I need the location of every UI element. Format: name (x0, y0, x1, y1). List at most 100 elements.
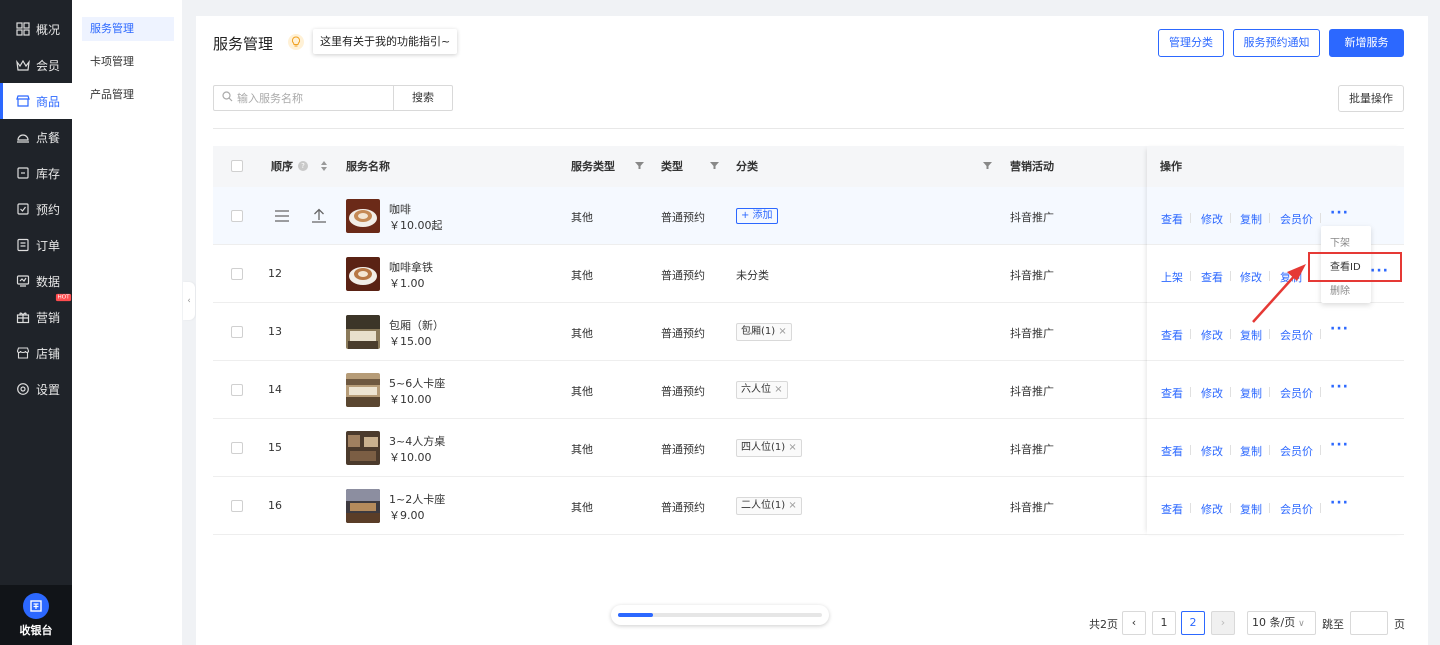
view-link[interactable]: 查看 (1161, 385, 1183, 401)
service-price: ￥1.00 (389, 277, 425, 290)
nav-item-overview[interactable]: 概况 (0, 11, 72, 47)
page-1-button[interactable]: 1 (1152, 611, 1176, 635)
service-type: 其他 (571, 443, 593, 456)
marketing: 抖音推广 (1010, 443, 1054, 456)
row-checkbox[interactable] (231, 268, 243, 280)
edit-link[interactable]: 修改 (1201, 211, 1223, 227)
search-button[interactable]: 搜索 (393, 85, 453, 111)
next-page-button[interactable]: › (1211, 611, 1235, 635)
select-all-checkbox[interactable] (231, 160, 243, 172)
cashier-icon (23, 592, 49, 619)
nav-item-booking[interactable]: 预约 (0, 191, 72, 227)
view-link[interactable]: 查看 (1161, 443, 1183, 459)
filter-icon[interactable] (635, 161, 644, 170)
member-price-link[interactable]: 会员价 (1280, 443, 1313, 459)
copy-link[interactable]: 复制 (1240, 443, 1262, 459)
nav-item-marketing[interactable]: 营销 HOT (0, 293, 72, 335)
page-title: 服务管理 (213, 35, 274, 53)
annotation-arrow-icon (1252, 264, 1306, 323)
nav-item-goods[interactable]: 商品 (0, 83, 72, 119)
row-checkbox[interactable] (231, 384, 243, 396)
cashier-button[interactable]: 收银台 (0, 585, 72, 645)
filter-icon[interactable] (710, 161, 719, 170)
edit-link[interactable]: 修改 (1201, 327, 1223, 343)
member-price-link[interactable]: 会员价 (1280, 211, 1313, 227)
nav-item-ordering[interactable]: 点餐 (0, 119, 72, 155)
header-category: 分类 (736, 160, 758, 173)
page-unit-label: 页 (1394, 618, 1405, 631)
help-icon[interactable]: ? (298, 161, 308, 171)
tag-close-icon[interactable]: × (788, 442, 796, 453)
separator (1190, 329, 1191, 339)
more-icon[interactable]: ··· (1330, 380, 1349, 394)
more-icon[interactable]: ··· (1330, 322, 1349, 336)
table-4-thumbnail (346, 431, 380, 465)
order-number: 12 (268, 267, 282, 280)
highlight-box (1308, 252, 1402, 282)
row-checkbox[interactable] (231, 326, 243, 338)
service-price: ￥10.00 (389, 451, 432, 464)
tag-close-icon[interactable]: × (788, 500, 796, 511)
lightbulb-icon[interactable] (288, 34, 304, 50)
nav-label: 点餐 (36, 130, 61, 145)
search-input[interactable] (237, 91, 387, 105)
move-top-icon[interactable] (312, 208, 326, 226)
row-checkbox[interactable] (231, 500, 243, 512)
view-link[interactable]: 查看 (1161, 327, 1183, 343)
hot-badge: HOT (55, 293, 72, 302)
prev-page-button[interactable]: ‹ (1122, 611, 1146, 635)
search-field[interactable] (213, 85, 394, 111)
menu-item-unpublish[interactable]: 下架 (1330, 234, 1350, 249)
separator (1269, 387, 1270, 397)
view-link[interactable]: 查看 (1161, 501, 1183, 517)
drag-handle-icon[interactable] (275, 209, 289, 226)
service-type: 其他 (571, 269, 593, 282)
menu-item-delete[interactable]: 删除 (1330, 282, 1350, 297)
publish-link[interactable]: 上架 (1161, 269, 1183, 285)
view-link[interactable]: 查看 (1161, 211, 1183, 227)
nav-item-settings[interactable]: 设置 (0, 371, 72, 407)
subnav-item-service[interactable]: 服务管理 (82, 17, 174, 41)
subnav-item-product[interactable]: 产品管理 (82, 83, 174, 107)
edit-link[interactable]: 修改 (1201, 385, 1223, 401)
member-price-link[interactable]: 会员价 (1280, 385, 1313, 401)
copy-link[interactable]: 复制 (1240, 501, 1262, 517)
collapse-sidebar-button[interactable]: ‹ (183, 282, 195, 320)
marketing: 抖音推广 (1010, 269, 1054, 282)
nav-item-orders[interactable]: 订单 (0, 227, 72, 263)
nav-item-member[interactable]: 会员 (0, 47, 72, 83)
batch-operation-button[interactable]: 批量操作 (1338, 85, 1404, 112)
more-icon[interactable]: ··· (1330, 206, 1349, 220)
jump-page-input[interactable] (1350, 611, 1388, 635)
copy-link[interactable]: 复制 (1240, 385, 1262, 401)
nav-item-store[interactable]: 店铺 (0, 335, 72, 371)
add-category-button[interactable]: + 添加 (736, 208, 778, 224)
page-2-button[interactable]: 2 (1181, 611, 1205, 635)
separator (1230, 213, 1231, 223)
add-service-button[interactable]: 新增服务 (1329, 29, 1404, 57)
scroll-thumb[interactable] (618, 613, 653, 617)
more-icon[interactable]: ··· (1330, 496, 1349, 510)
filter-icon[interactable] (983, 161, 992, 170)
row-checkbox[interactable] (231, 210, 243, 222)
nav-item-inventory[interactable]: 库存 (0, 155, 72, 191)
tag-close-icon[interactable]: × (774, 384, 782, 395)
row-checkbox[interactable] (231, 442, 243, 454)
tag-close-icon[interactable]: × (778, 326, 786, 337)
manage-category-button[interactable]: 管理分类 (1158, 29, 1224, 57)
booking-notice-button[interactable]: 服务预约通知 (1233, 29, 1320, 57)
sort-icon[interactable] (320, 160, 328, 175)
separator (1320, 445, 1321, 455)
edit-link[interactable]: 修改 (1201, 443, 1223, 459)
horizontal-scrollbar[interactable] (611, 605, 829, 625)
subnav-item-card[interactable]: 卡项管理 (82, 50, 174, 74)
page-size-select[interactable]: 10 条/页 ∨ (1247, 611, 1316, 635)
member-price-link[interactable]: 会员价 (1280, 501, 1313, 517)
view-link[interactable]: 查看 (1201, 269, 1223, 285)
service-name: 咖啡 (389, 203, 411, 216)
order-number: 16 (268, 499, 282, 512)
edit-link[interactable]: 修改 (1201, 501, 1223, 517)
more-icon[interactable]: ··· (1330, 438, 1349, 452)
search-icon (222, 91, 233, 105)
copy-link[interactable]: 复制 (1240, 211, 1262, 227)
